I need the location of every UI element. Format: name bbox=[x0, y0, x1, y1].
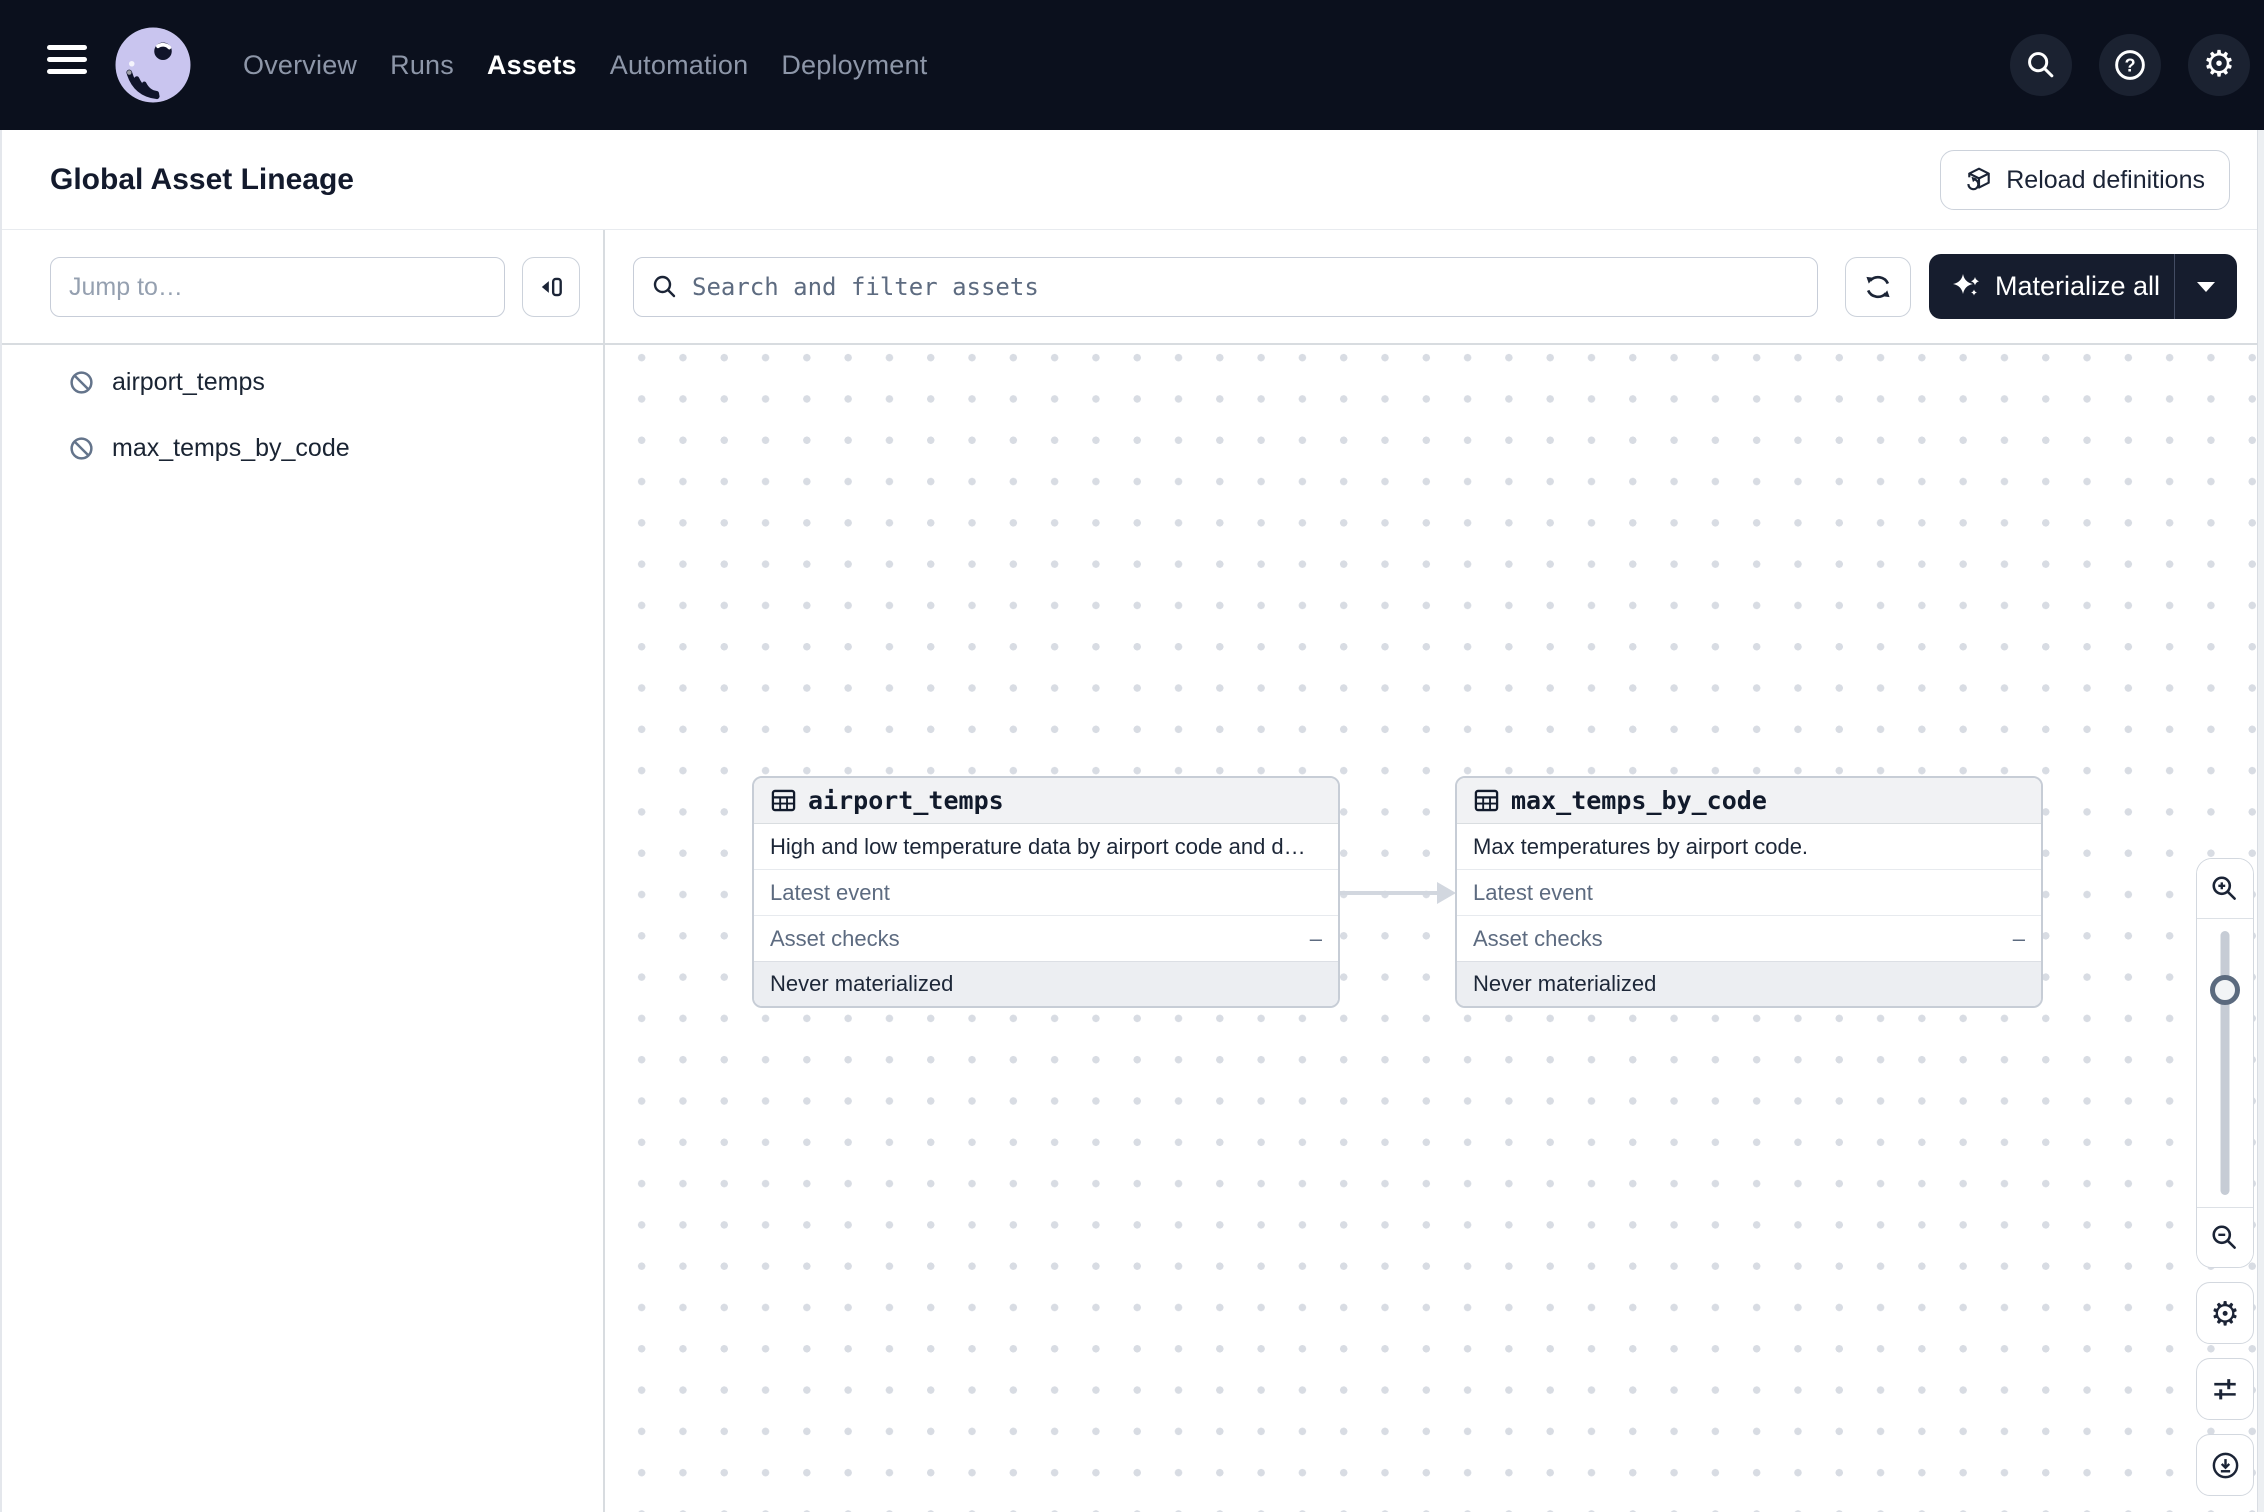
nav-item-overview[interactable]: Overview bbox=[243, 50, 357, 81]
nav-links: Overview Runs Assets Automation Deployme… bbox=[243, 0, 927, 130]
nav-item-deployment[interactable]: Deployment bbox=[781, 50, 927, 81]
collapse-panel-button[interactable] bbox=[522, 257, 580, 317]
refresh-icon bbox=[1863, 272, 1893, 302]
download-graph-button[interactable] bbox=[2196, 1434, 2254, 1496]
asset-description: High and low temperature data by airport… bbox=[754, 824, 1338, 870]
nav-item-assets[interactable]: Assets bbox=[487, 50, 577, 81]
nav-right-icons: ? ⚙ bbox=[2010, 0, 2250, 130]
asset-checks-row: Asset checks – bbox=[1457, 916, 2041, 962]
svg-text:?: ? bbox=[2124, 56, 2135, 76]
zoom-slider-thumb[interactable] bbox=[2210, 975, 2240, 1005]
zoom-in-button[interactable] bbox=[2197, 859, 2253, 919]
zoom-out-icon bbox=[2210, 1223, 2240, 1253]
latest-event-row: Latest event bbox=[1457, 870, 2041, 916]
table-icon bbox=[770, 787, 797, 814]
jump-to-input[interactable] bbox=[50, 257, 505, 317]
table-icon bbox=[1473, 787, 1500, 814]
help-icon[interactable]: ? bbox=[2099, 34, 2161, 96]
lineage-edge bbox=[1340, 891, 1440, 895]
refresh-button[interactable] bbox=[1845, 257, 1911, 317]
asset-node-airport-temps[interactable]: airport_temps High and low temperature d… bbox=[752, 776, 1340, 1008]
sidebar-item-airport-temps[interactable]: airport_temps bbox=[0, 352, 600, 412]
settings-gear-icon[interactable]: ⚙ bbox=[2188, 34, 2250, 96]
gear-icon: ⚙ bbox=[2210, 1297, 2240, 1330]
toolbar-row: Materialize all bbox=[0, 230, 2264, 345]
zoom-slider-track[interactable] bbox=[2221, 931, 2230, 1195]
menu-hamburger-icon[interactable] bbox=[47, 45, 87, 85]
search-assets-input[interactable] bbox=[633, 257, 1818, 317]
no-automation-icon bbox=[68, 435, 95, 462]
nav-item-automation[interactable]: Automation bbox=[610, 50, 749, 81]
dagster-global-asset-lineage-screen: Overview Runs Assets Automation Deployme… bbox=[0, 0, 2264, 1512]
zoom-slider-area bbox=[2197, 919, 2253, 1207]
left-edge-line bbox=[0, 130, 2, 1512]
sidebar-item-max-temps-by-code[interactable]: max_temps_by_code bbox=[0, 418, 600, 478]
asset-node-header[interactable]: max_temps_by_code bbox=[1457, 778, 2041, 824]
lineage-edge-arrowhead-icon bbox=[1437, 882, 1456, 904]
asset-name: airport_temps bbox=[808, 786, 1004, 815]
asset-checks-value: – bbox=[2013, 926, 2025, 952]
search-icon bbox=[651, 273, 679, 301]
page-title: Global Asset Lineage bbox=[50, 130, 354, 230]
page-header: Global Asset Lineage Reload definitions bbox=[0, 130, 2264, 230]
gear-glyph: ⚙ bbox=[2203, 47, 2235, 83]
download-icon bbox=[2210, 1450, 2241, 1481]
latest-event-label: Latest event bbox=[1473, 880, 1593, 906]
latest-event-row: Latest event bbox=[754, 870, 1338, 916]
asset-node-header[interactable]: airport_temps bbox=[754, 778, 1338, 824]
materialize-all-button[interactable]: Materialize all bbox=[1929, 254, 2237, 319]
package-reload-icon bbox=[1965, 166, 1993, 194]
latest-event-label: Latest event bbox=[770, 880, 890, 906]
sidebar-asset-name: max_temps_by_code bbox=[112, 434, 350, 463]
materialize-all-main[interactable]: Materialize all bbox=[1929, 271, 2174, 302]
materialize-dropdown-button[interactable] bbox=[2175, 254, 2237, 319]
zoom-out-button[interactable] bbox=[2197, 1207, 2253, 1267]
asset-name: max_temps_by_code bbox=[1511, 786, 1767, 815]
asset-checks-label: Asset checks bbox=[1473, 926, 1603, 952]
zoom-control-panel bbox=[2196, 858, 2254, 1268]
graph-filters-button[interactable] bbox=[2196, 1358, 2254, 1420]
asset-checks-row: Asset checks – bbox=[754, 916, 1338, 962]
scrollbar-gutter[interactable] bbox=[2257, 130, 2264, 1512]
sparkles-icon bbox=[1951, 272, 1981, 302]
top-nav: Overview Runs Assets Automation Deployme… bbox=[0, 0, 2264, 130]
materialize-all-label: Materialize all bbox=[1995, 271, 2160, 302]
panel-collapse-icon bbox=[537, 273, 565, 301]
no-automation-icon bbox=[68, 369, 95, 396]
nav-item-runs[interactable]: Runs bbox=[390, 50, 454, 81]
materialization-status: Never materialized bbox=[1457, 962, 2041, 1006]
asset-checks-value: – bbox=[1310, 926, 1322, 952]
sidebar-asset-name: airport_temps bbox=[112, 368, 265, 397]
asset-search-field bbox=[633, 257, 1818, 317]
search-icon[interactable] bbox=[2010, 34, 2072, 96]
graph-settings-button[interactable]: ⚙ bbox=[2196, 1282, 2254, 1344]
reload-definitions-button[interactable]: Reload definitions bbox=[1940, 150, 2230, 210]
asset-node-max-temps-by-code[interactable]: max_temps_by_code Max temperatures by ai… bbox=[1455, 776, 2043, 1008]
filters-icon bbox=[2210, 1374, 2240, 1404]
chevron-down-icon bbox=[2197, 282, 2215, 292]
zoom-in-icon bbox=[2210, 874, 2240, 904]
materialization-status: Never materialized bbox=[754, 962, 1338, 1006]
asset-description: Max temperatures by airport code. bbox=[1457, 824, 2041, 870]
dagster-logo-icon[interactable] bbox=[113, 25, 193, 105]
asset-checks-label: Asset checks bbox=[770, 926, 900, 952]
reload-definitions-label: Reload definitions bbox=[2006, 166, 2205, 195]
